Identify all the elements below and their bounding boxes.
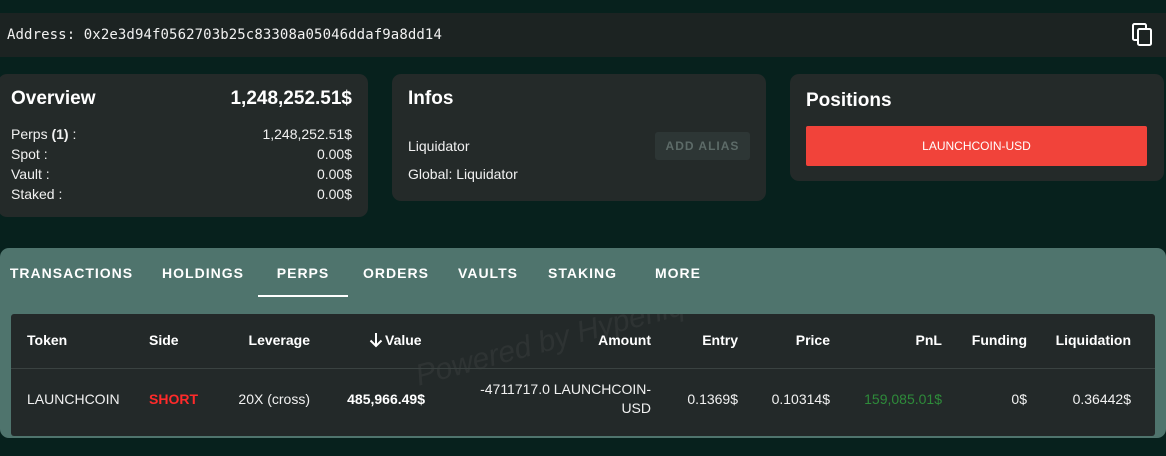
header-funding: Funding	[971, 332, 1027, 348]
cell-liquidation: 0.36442$	[1072, 391, 1131, 407]
header-price: Price	[795, 332, 830, 348]
copy-icon[interactable]	[1130, 22, 1156, 48]
address-label: Address:	[7, 27, 76, 43]
perps-count: (1)	[51, 126, 69, 142]
overview-row-spot: Spot : 0.00$	[11, 144, 352, 164]
overview-row-vault: Vault : 0.00$	[11, 164, 352, 184]
infos-card: Infos Liquidator ADD ALIAS Global: Liqui…	[392, 74, 766, 201]
vault-label: Vault :	[11, 166, 50, 182]
cell-amount-line2: USD	[621, 400, 651, 416]
active-tab-indicator	[258, 295, 348, 297]
infos-label: Liquidator	[408, 138, 470, 154]
add-alias-button[interactable]: ADD ALIAS	[655, 132, 750, 160]
positions-title: Positions	[806, 90, 892, 111]
cell-amount: -4711717.0 LAUNCHCOIN- USD	[451, 379, 651, 419]
tab-perps[interactable]: PERPS	[258, 248, 348, 297]
vault-value: 0.00$	[316, 166, 352, 182]
tab-vaults[interactable]: VAULTS	[444, 248, 532, 297]
sort-arrow-down-icon	[369, 333, 383, 348]
header-liquidation: Liquidation	[1055, 332, 1131, 348]
spot-value: 0.00$	[316, 146, 352, 162]
cell-pnl: 159,085.01$	[864, 391, 942, 407]
tab-holdings[interactable]: HOLDINGS	[143, 248, 263, 297]
cell-funding: 0$	[1011, 391, 1027, 407]
header-entry: Entry	[702, 332, 738, 348]
perps-table: Powered by Hyperliquid Token Side Levera…	[11, 314, 1155, 436]
spot-label: Spot :	[11, 146, 48, 162]
staked-label: Staked :	[11, 186, 63, 202]
tab-perps-label: PERPS	[276, 264, 330, 281]
address-value: 0x2e3d94f0562703b25c83308a05046ddaf9a8dd…	[83, 27, 442, 43]
tab-more[interactable]: MORE	[633, 248, 723, 297]
tab-orders[interactable]: ORDERS	[348, 248, 444, 297]
overview-title: Overview	[11, 88, 96, 109]
cell-price: 0.10314$	[771, 391, 830, 407]
header-value[interactable]: Value	[369, 332, 422, 348]
header-side: Side	[149, 332, 179, 348]
tab-staking[interactable]: STAKING	[532, 248, 633, 297]
header-value-label: Value	[385, 332, 422, 348]
perps-label: Perps	[11, 126, 48, 142]
header-token: Token	[27, 332, 68, 348]
cell-entry: 0.1369$	[687, 391, 738, 407]
cell-leverage: 20X (cross)	[238, 391, 310, 407]
address-bar: Address: 0x2e3d94f0562703b25c83308a05046…	[0, 13, 1166, 57]
header-leverage: Leverage	[248, 332, 310, 348]
position-button-launchcoin[interactable]: LAUNCHCOIN-USD	[806, 126, 1147, 166]
infos-title: Infos	[408, 88, 454, 109]
cell-token: LAUNCHCOIN	[27, 391, 120, 407]
cell-side: SHORT	[149, 391, 198, 407]
tab-transactions[interactable]: TRANSACTIONS	[0, 248, 143, 297]
cell-amount-line1: -4711717.0 LAUNCHCOIN-	[480, 381, 651, 397]
staked-value: 0.00$	[316, 186, 352, 202]
overview-card: Overview 1,248,252.51$ Perps (1) : 1,248…	[0, 74, 368, 217]
overview-row-staked: Staked : 0.00$	[11, 184, 352, 204]
perps-value: 1,248,252.51$	[262, 126, 352, 142]
header-divider	[11, 368, 1155, 369]
header-pnl: PnL	[915, 332, 942, 348]
header-amount: Amount	[598, 332, 651, 348]
overview-row-perps: Perps (1) : 1,248,252.51$	[11, 126, 352, 142]
infos-global-label: Global: Liquidator	[408, 166, 518, 182]
positions-card: Positions LAUNCHCOIN-USD	[790, 74, 1164, 181]
tab-bar: TRANSACTIONS HOLDINGS PERPS ORDERS VAULT…	[0, 248, 1166, 297]
overview-total: 1,248,252.51$	[230, 88, 352, 109]
address-display: Address: 0x2e3d94f0562703b25c83308a05046…	[7, 27, 442, 43]
cell-value: 485,966.49$	[347, 391, 425, 407]
